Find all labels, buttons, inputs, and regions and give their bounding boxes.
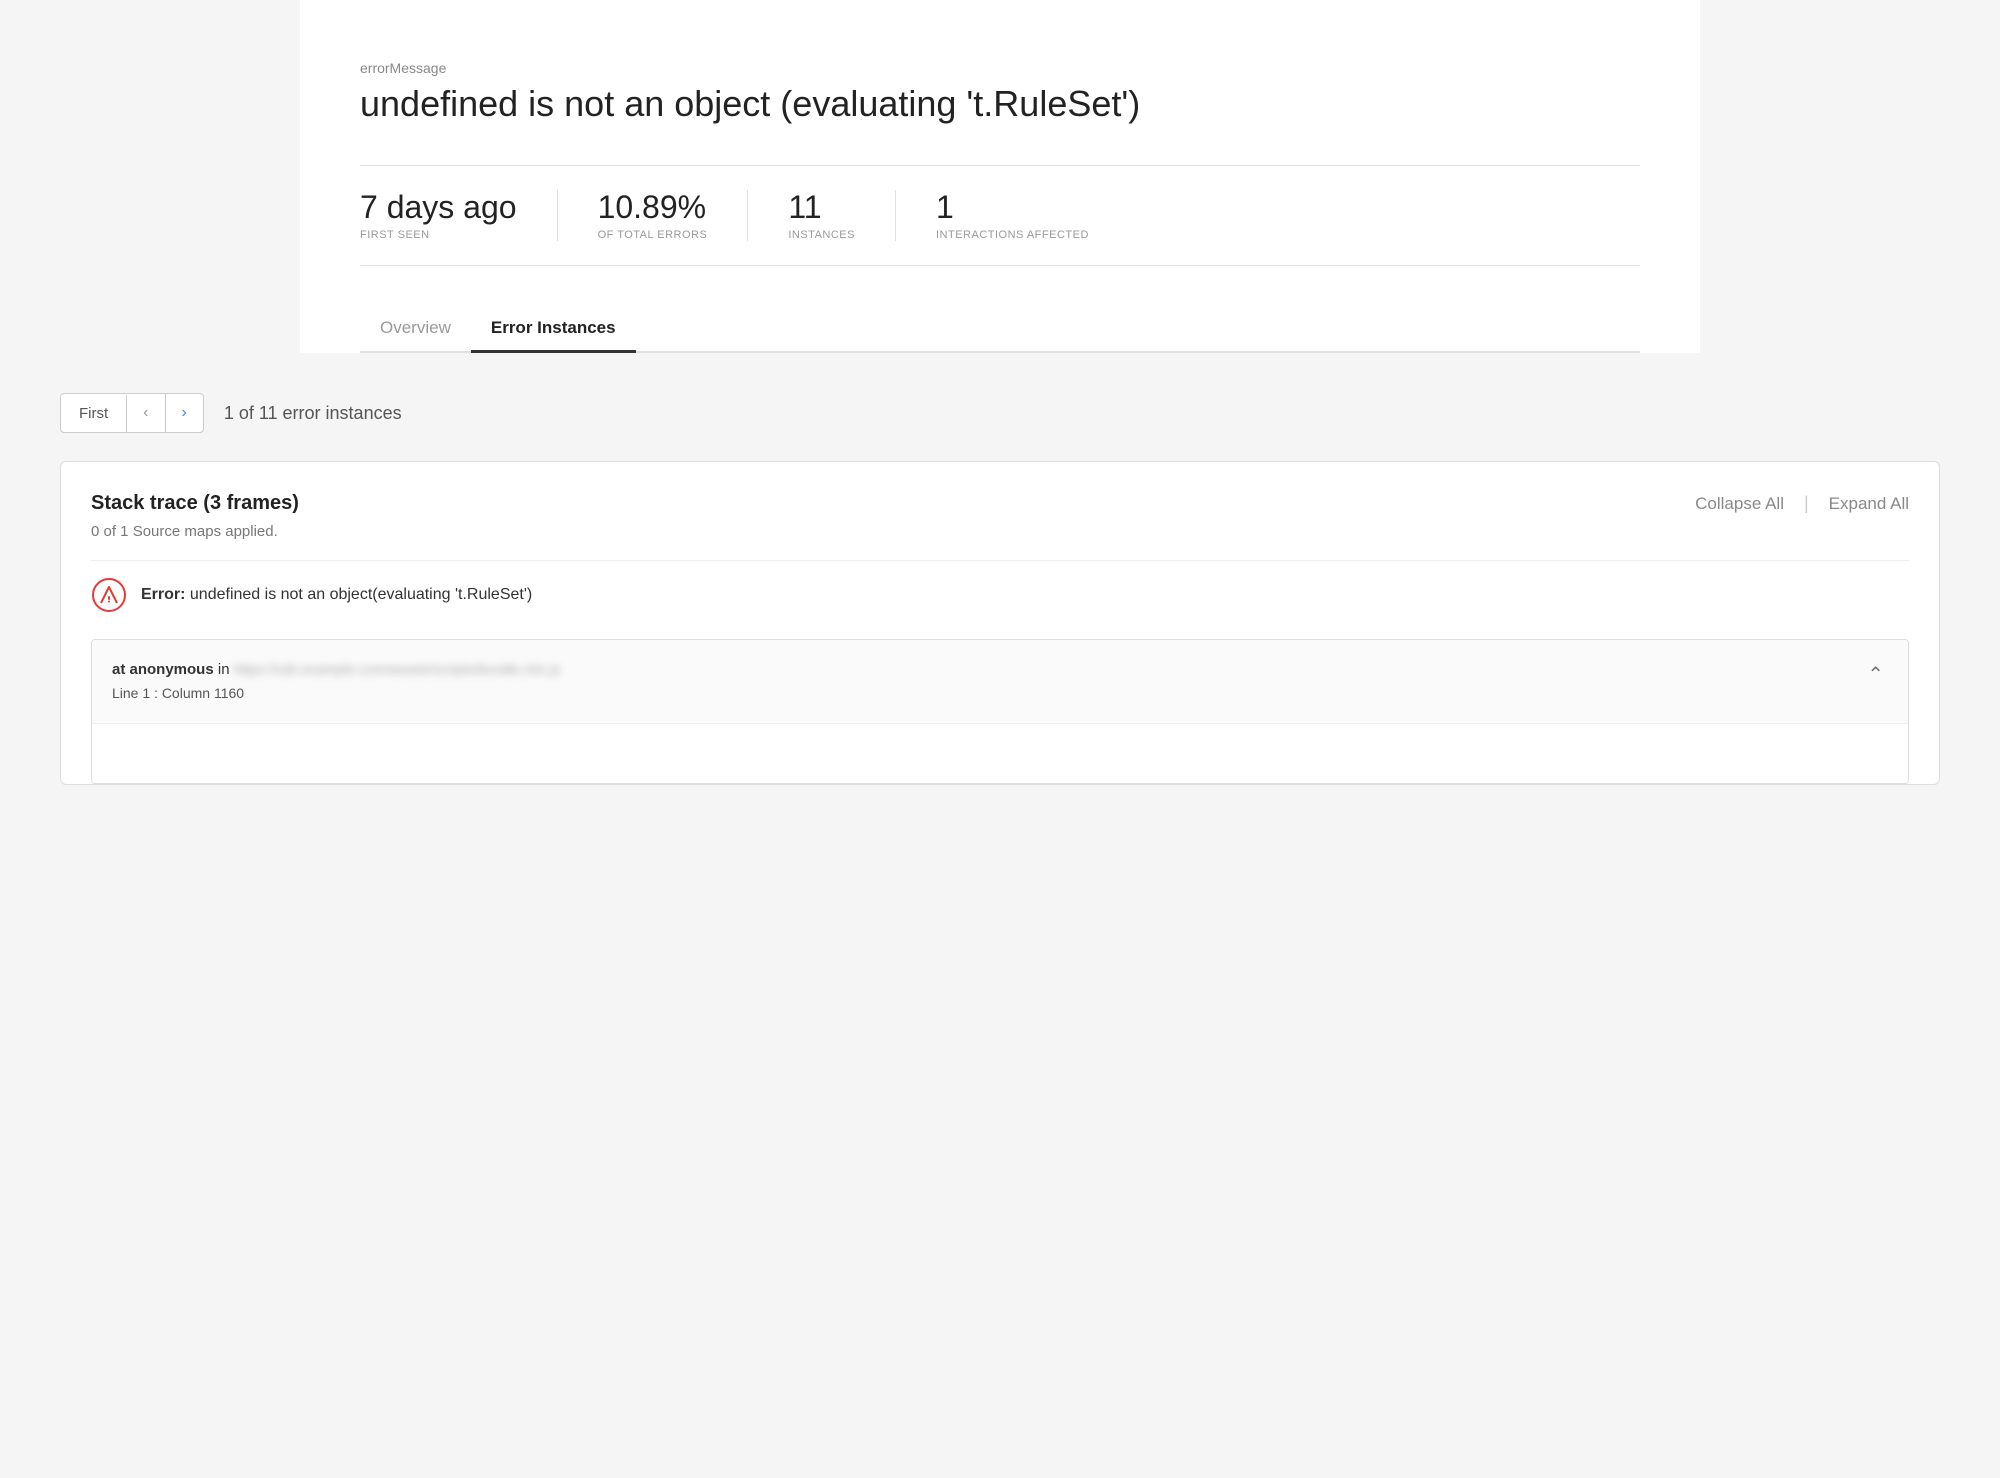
stack-divider: | [1804,493,1809,514]
nav-next-button[interactable]: › [166,394,203,432]
stat-label-instances: INSTANCES [788,229,855,241]
error-banner: Error: undefined is not an object(evalua… [91,560,1909,629]
frame-line: Line 1 : Column 1160 [112,682,561,704]
stack-title: Stack trace (3 frames) [91,492,299,515]
stat-label-interactions: INTERACTIONS AFFECTED [936,229,1089,241]
stat-value-total-errors: 10.89% [598,190,708,225]
tab-overview[interactable]: Overview [360,306,471,353]
error-label: errorMessage [360,60,1640,76]
frame-func: at anonymous [112,661,214,678]
tabs-row: Overview Error Instances [360,306,1640,353]
collapse-all-button[interactable]: Collapse All [1695,494,1784,514]
error-title: undefined is not an object (evaluating '… [360,82,1640,125]
stat-total-errors: 10.89% OF TOTAL ERRORS [598,190,749,241]
tab-error-instances[interactable]: Error Instances [471,306,636,353]
stat-instances: 11 INSTANCES [788,190,896,241]
expand-all-button[interactable]: Expand All [1829,494,1909,514]
page-container: errorMessage undefined is not an object … [300,0,1700,353]
content-area: First ‹ › 1 of 11 error instances Stack … [0,353,2000,824]
instance-nav: First ‹ › 1 of 11 error instances [60,393,1940,433]
source-maps-note: 0 of 1 Source maps applied. [91,523,1909,540]
error-banner-text: Error: undefined is not an object(evalua… [141,586,532,604]
stats-row: 7 days ago FIRST SEEN 10.89% OF TOTAL ER… [360,165,1640,266]
stat-value-interactions: 1 [936,190,1089,225]
frame-body [92,723,1908,783]
nav-button-group: First ‹ › [60,393,204,433]
warning-icon [91,577,127,613]
stat-interactions: 1 INTERACTIONS AFFECTED [936,190,1129,241]
stack-trace-card: Stack trace (3 frames) Collapse All | Ex… [60,461,1940,784]
stack-header: Stack trace (3 frames) Collapse All | Ex… [91,492,1909,515]
frame-header: at anonymous in https://cdn.example.com/… [92,640,1908,722]
frame-card: at anonymous in https://cdn.example.com/… [91,639,1909,783]
stat-label-first-seen: FIRST SEEN [360,229,517,241]
stat-value-instances: 11 [788,190,855,225]
frame-url: https://cdn.example.com/assets/scripts/b… [234,658,561,680]
stat-label-total-errors: OF TOTAL ERRORS [598,229,708,241]
stack-actions: Collapse All | Expand All [1695,493,1909,514]
nav-first-label[interactable]: First [61,395,127,432]
frame-in-label: in [218,661,234,678]
frame-info: at anonymous in https://cdn.example.com/… [112,658,561,704]
chevron-up-icon[interactable]: ⌃ [1863,658,1888,691]
nav-prev-button[interactable]: ‹ [127,394,165,432]
stat-value-first-seen: 7 days ago [360,190,517,225]
instance-count: 1 of 11 error instances [224,403,402,424]
frame-func-line: at anonymous in https://cdn.example.com/… [112,658,561,682]
stat-first-seen: 7 days ago FIRST SEEN [360,190,558,241]
